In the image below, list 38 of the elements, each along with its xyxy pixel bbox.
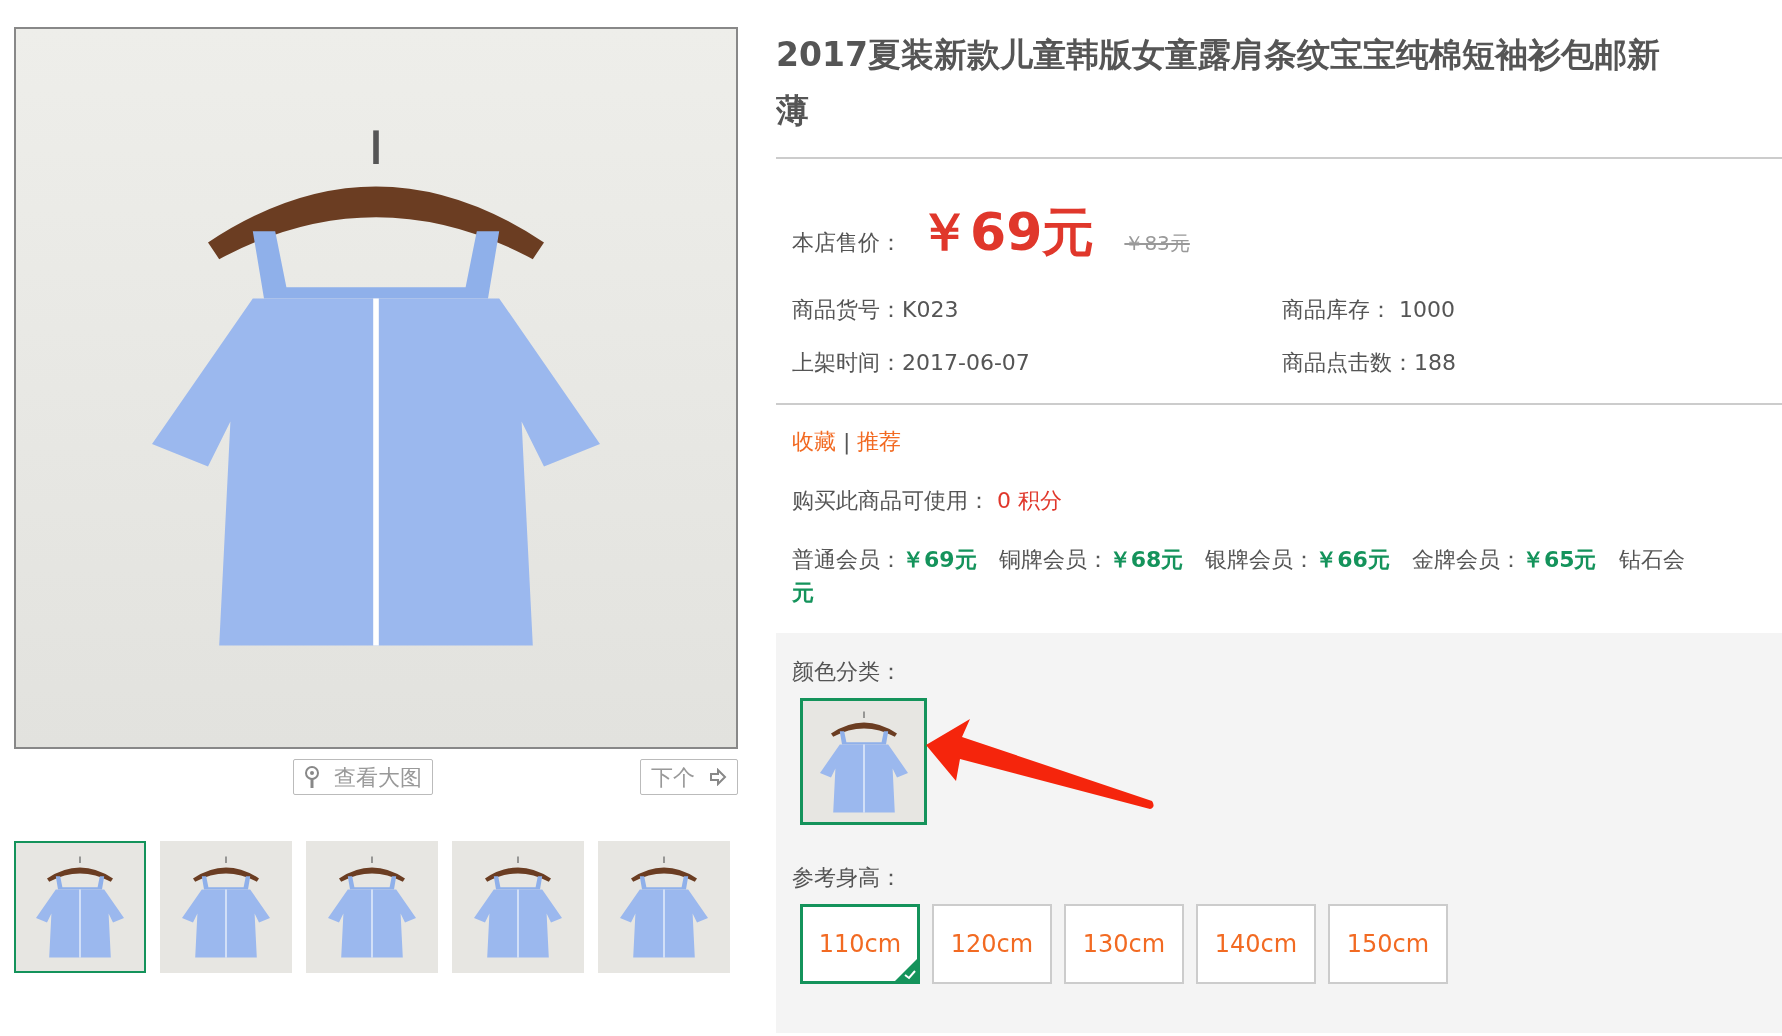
points-label: 购买此商品可使用： xyxy=(792,488,990,513)
check-icon xyxy=(894,958,918,982)
price: ￥69元 xyxy=(918,201,1095,264)
view-large-button[interactable]: 查看大图 xyxy=(293,759,433,795)
member-price-text: 金牌会员：￥65元 xyxy=(1411,546,1597,574)
size-label: 参考身高： xyxy=(792,865,902,890)
size-option[interactable]: 130cm xyxy=(1064,904,1184,984)
color-label: 颜色分类： xyxy=(792,659,902,684)
magnifier-icon xyxy=(304,765,320,789)
product-thumbnail[interactable] xyxy=(306,841,438,973)
product-thumbnail[interactable] xyxy=(598,841,730,973)
color-swatch[interactable] xyxy=(800,698,927,825)
size-option[interactable]: 150cm xyxy=(1328,904,1448,984)
points-value: 0 积分 xyxy=(997,488,1062,513)
favorite-link[interactable]: 收藏 xyxy=(792,429,836,454)
info-text: 商品库存： 1000 xyxy=(1282,296,1456,324)
member-price-tail: 元 xyxy=(792,579,814,607)
next-button[interactable]: 下个 xyxy=(640,759,738,795)
size-option[interactable]: 110cm xyxy=(800,904,920,984)
size-option[interactable]: 120cm xyxy=(932,904,1052,984)
info-text: 商品点击数：188 xyxy=(1282,349,1457,377)
product-thumbnail[interactable] xyxy=(14,841,146,973)
price-label: 本店售价： xyxy=(792,229,902,257)
recommend-link[interactable]: 推荐 xyxy=(857,429,902,454)
product-title: 2017夏装新款儿童韩版女童露肩条纹宝宝纯棉短袖衫包邮新 xyxy=(776,34,1661,76)
member-price-text: 银牌会员：￥66元 xyxy=(1205,546,1390,574)
arrow-right-icon xyxy=(709,768,727,786)
product-thumbnail[interactable] xyxy=(160,841,292,973)
info-text: 上架时间：2017-06-07 xyxy=(792,349,1031,377)
size-option[interactable]: 140cm xyxy=(1196,904,1316,984)
product-thumbnail[interactable] xyxy=(452,841,584,973)
separator: | xyxy=(843,429,851,454)
member-price-text: 铜牌会员：￥68元 xyxy=(998,546,1184,574)
member-label: 钻石会 xyxy=(1618,546,1685,574)
info-text: 商品货号：K023 xyxy=(792,296,960,324)
member-price-text: 普通会员：￥69元 xyxy=(792,546,977,574)
product-title: 薄 xyxy=(776,90,810,132)
original-price: ￥83元 xyxy=(1124,230,1190,257)
